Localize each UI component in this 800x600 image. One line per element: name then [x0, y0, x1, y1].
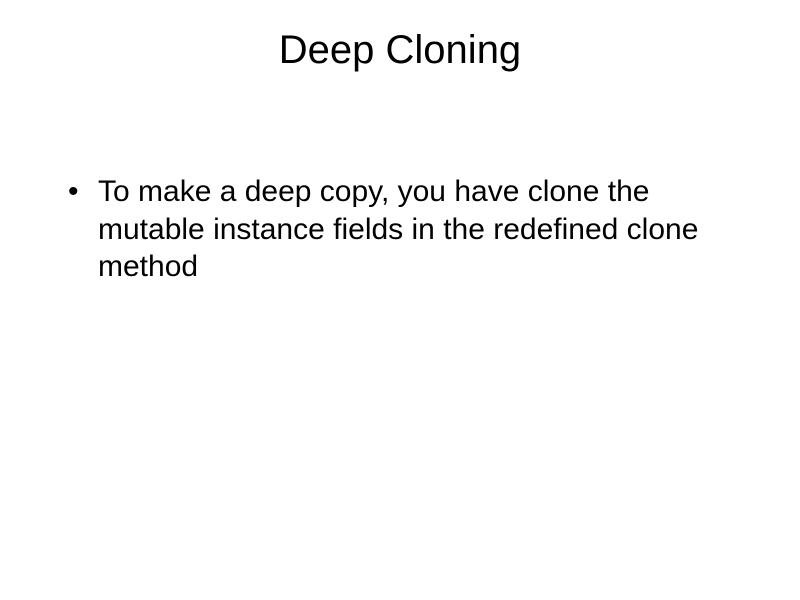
slide-title: Deep Cloning	[50, 28, 750, 73]
slide-container: Deep Cloning To make a deep copy, you ha…	[0, 0, 800, 600]
bullet-item: To make a deep copy, you have clone the …	[80, 173, 750, 286]
slide-content: To make a deep copy, you have clone the …	[50, 173, 750, 286]
bullet-list: To make a deep copy, you have clone the …	[80, 173, 750, 286]
